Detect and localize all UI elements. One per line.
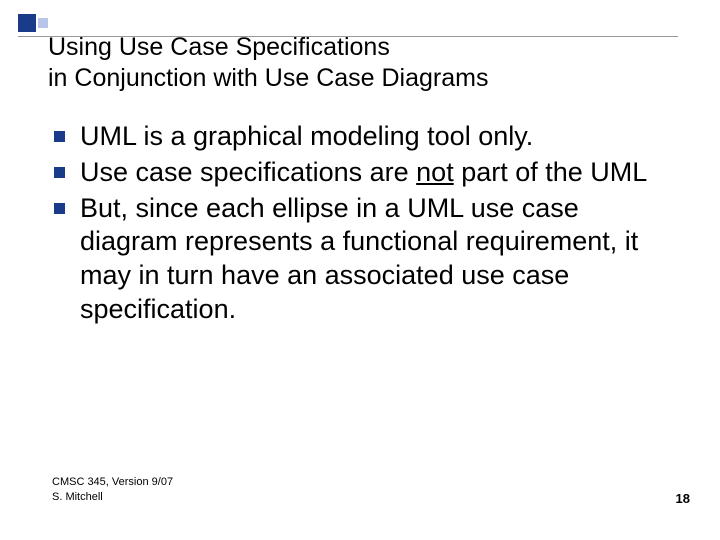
bullet-text-post: part of the UML [454, 157, 648, 187]
bullet-text-underline: not [416, 157, 454, 187]
slide-title: Using Use Case Specifications in Conjunc… [48, 32, 488, 95]
bullet-list: UML is a graphical modeling tool only. U… [52, 120, 670, 329]
bullet-text: UML is a graphical modeling tool only. [80, 121, 533, 151]
footer-line-2: S. Mitchell [52, 491, 103, 503]
list-item: Use case specifications are not part of … [52, 156, 670, 190]
list-item: UML is a graphical modeling tool only. [52, 120, 670, 154]
footer: CMSC 345, Version 9/07 S. Mitchell [52, 475, 173, 504]
footer-line-1: CMSC 345, Version 9/07 [52, 476, 173, 488]
page-number: 18 [676, 491, 690, 506]
title-line-2: in Conjunction with Use Case Diagrams [48, 64, 488, 92]
bullet-text: But, since each ellipse in a UML use cas… [80, 193, 638, 324]
bullet-text-pre: Use case specifications are [80, 157, 416, 187]
title-line-1: Using Use Case Specifications [48, 33, 390, 61]
corner-decoration [18, 14, 52, 48]
list-item: But, since each ellipse in a UML use cas… [52, 192, 670, 327]
